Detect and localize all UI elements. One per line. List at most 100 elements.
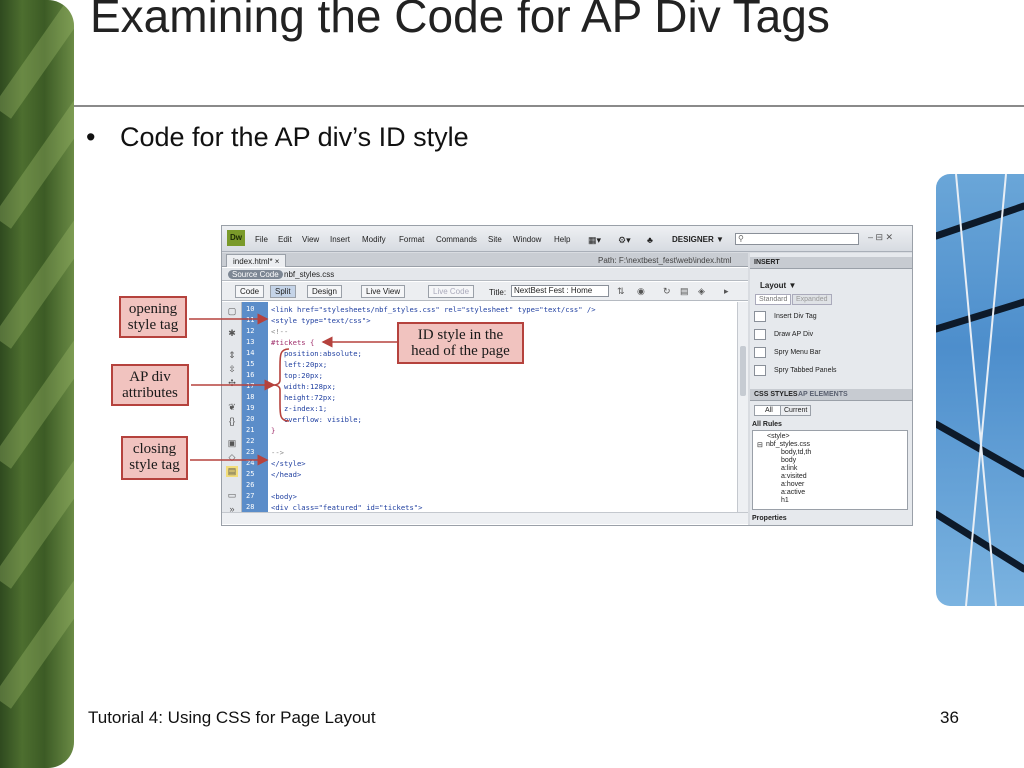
gear-icon[interactable]: ⚙▾ [618,235,631,246]
code-line: width:128px; [271,382,336,391]
title-divider [74,105,1024,107]
draw-ap-div-item[interactable]: Draw AP Div [754,327,899,343]
all-rules-heading: All Rules [752,421,782,428]
validate-icon[interactable]: ▸ [724,286,729,297]
balance-braces-icon[interactable]: ❦ [226,402,238,413]
tab-index-html[interactable]: index.html* × [226,254,287,267]
menu-site[interactable]: Site [488,235,502,244]
rule-item[interactable]: h1 [781,497,789,504]
file-path: Path: F:\nextbest_fest\web\index.html [598,256,732,265]
band-stripe [0,213,74,349]
page-number: 36 [940,708,959,727]
rule-item[interactable]: a:hover [781,481,804,488]
line-numbers-icon[interactable]: ▣ [226,438,238,449]
split-view-button[interactable]: Split [270,285,296,298]
line-number: 15 [246,360,255,368]
menu-modify[interactable]: Modify [362,235,386,244]
rule-item[interactable]: nbf_styles.css [766,441,810,448]
insert-panel-header: INSERT [750,257,912,269]
code-line: --> [271,448,284,457]
insert-panel-tab[interactable]: INSERT [750,259,784,266]
layout-icon[interactable]: ▦▾ [588,235,601,246]
code-line: position:absolute; [271,349,362,358]
site-icon[interactable]: ♣ [647,235,653,245]
menu-insert[interactable]: Insert [330,235,350,244]
code-line: </style> [271,459,306,468]
collapse-selection-icon[interactable]: ⇕ [226,350,238,361]
view-options-icon[interactable]: ▤ [680,286,689,297]
expanded-mode-button[interactable]: Expanded [792,294,832,305]
expand-all-icon[interactable]: ⇳ [226,364,238,375]
related-files-bar: Source Code nbf_styles.css [222,268,748,281]
standard-mode-button[interactable]: Standard [755,294,792,305]
braces-icon[interactable]: {} [226,416,238,427]
line-number: 24 [246,459,255,467]
live-view-button[interactable]: Live View [361,285,406,298]
preview-icon[interactable]: ◉ [637,286,645,297]
rule-item[interactable]: a:link [781,465,797,472]
rule-item[interactable]: a:visited [781,473,807,480]
code-line: overflow: visible; [271,415,362,424]
source-code-button[interactable]: Source Code [228,270,283,279]
line-number: 28 [246,503,255,511]
rule-item[interactable]: body [781,457,796,464]
code-line: <!-- [271,327,289,336]
line-number: 23 [246,448,255,456]
menu-file[interactable]: File [255,235,268,244]
insert-item-label: Draw AP Div [774,331,814,338]
search-input[interactable]: ⚲ [735,233,859,245]
rule-item[interactable]: body,td,th [781,449,811,456]
related-file-css[interactable]: nbf_styles.css [284,270,334,279]
page-title-input[interactable]: NextBest Fest : Home [511,285,609,297]
insert-category-dropdown[interactable]: Layout ▼ [760,281,796,290]
open-documents-icon[interactable]: ▢ [226,306,238,317]
menu-edit[interactable]: Edit [278,235,292,244]
visual-aids-icon[interactable]: ◈ [698,286,705,297]
footer-text: Tutorial 4: Using CSS for Page Layout [88,708,376,727]
insert-div-tag-item[interactable]: Insert Div Tag [754,309,899,325]
menu-help[interactable]: Help [554,235,570,244]
line-number: 18 [246,393,255,401]
code-line: <body> [271,492,297,501]
line-number: 19 [246,404,255,412]
live-code-button[interactable]: Live Code [428,285,475,298]
horizontal-scrollbar[interactable] [222,512,748,524]
highlight-icon[interactable]: ◇ [226,452,238,463]
workspace-switcher[interactable]: DESIGNER ▼ [672,235,724,244]
spry-menu-bar-item[interactable]: Spry Menu Bar [754,345,899,361]
code-view-button[interactable]: Code [235,285,265,298]
collapse-tag-icon[interactable]: ✱ [226,328,238,339]
css-panel-header: CSS STYLES AP ELEMENTS [750,389,912,401]
current-rules-button[interactable]: Current [780,405,812,416]
insert-item-label: Insert Div Tag [774,313,817,320]
code-line: <div class="featured" id="tickets"> [271,503,423,512]
menu-window[interactable]: Window [513,235,541,244]
comment-icon[interactable]: ▭ [226,490,238,501]
collapse-toggle-icon[interactable]: ⊟ [757,441,763,449]
line-number: 16 [246,371,255,379]
menu-commands[interactable]: Commands [436,235,477,244]
callout-ap-div-attributes: AP div attributes [111,364,189,406]
code-line: left:20px; [271,360,328,369]
window-controls[interactable]: – ⊟ ✕ [868,232,893,243]
band-stripe [0,0,74,119]
menu-view[interactable]: View [302,235,319,244]
select-parent-tag-icon[interactable]: ✣ [226,378,238,389]
syntax-error-icon[interactable]: ▤ [226,466,238,477]
menu-format[interactable]: Format [399,235,424,244]
dreamweaver-logo: Dw [227,230,245,246]
scroll-thumb[interactable] [740,346,746,396]
refresh-icon[interactable]: ↻ [663,286,671,297]
spry-tabbed-panels-item[interactable]: Spry Tabbed Panels [754,363,899,379]
line-number: 11 [246,316,255,324]
callout-opening-style-tag: opening style tag [119,296,187,338]
insert-item-label: Spry Tabbed Panels [774,367,837,374]
rule-item[interactable]: <style> [767,433,790,440]
rule-item[interactable]: a:active [781,489,805,496]
file-management-icon[interactable]: ⇅ [617,286,625,297]
vertical-scrollbar[interactable] [737,302,748,512]
design-view-button[interactable]: Design [307,285,342,298]
tab-ap-elements[interactable]: AP ELEMENTS [794,391,852,398]
line-number: 10 [246,305,255,313]
line-number: 20 [246,415,255,423]
